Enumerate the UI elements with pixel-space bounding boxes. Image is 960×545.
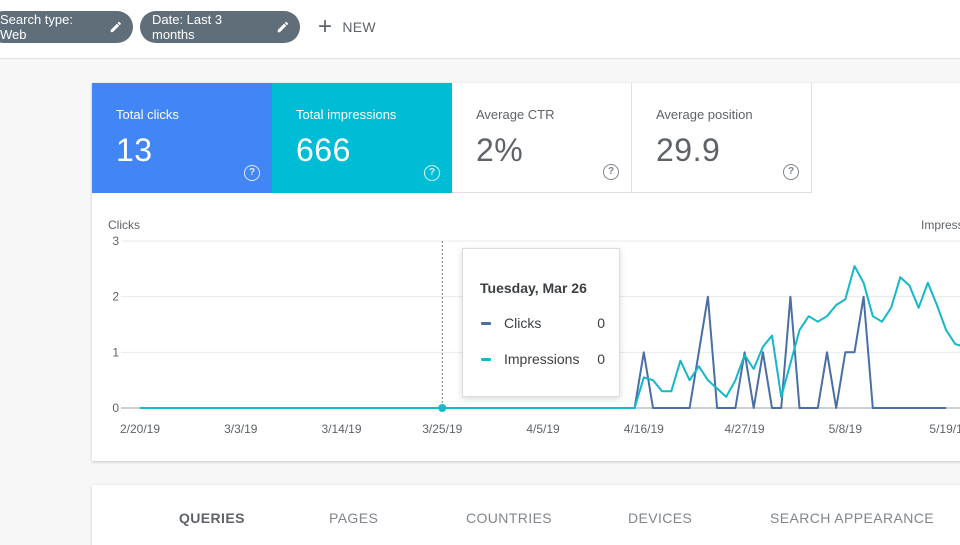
new-filter-label: NEW	[342, 19, 376, 35]
tab-pages[interactable]: PAGES	[329, 510, 378, 526]
clicks-legend-swatch	[481, 321, 491, 325]
tooltip-series-value: 0	[597, 351, 605, 367]
x-tick-label: 5/8/19	[829, 422, 863, 436]
right-axis-label: Impress	[921, 218, 960, 232]
tooltip-series-name: Impressions	[504, 351, 580, 367]
tab-search-appearance[interactable]: SEARCH APPEARANCE	[770, 510, 934, 526]
tab-queries[interactable]: QUERIES	[179, 510, 245, 526]
hover-point	[438, 404, 447, 412]
y-tick-label: 0	[112, 401, 119, 415]
x-tick-label: 4/5/19	[526, 422, 560, 436]
tooltip-series-value: 0	[597, 315, 605, 331]
tooltip-row-clicks: Clicks 0	[481, 315, 605, 331]
x-tick-label: 3/3/19	[224, 422, 258, 436]
tooltip-row-impressions: Impressions 0	[481, 351, 605, 367]
new-filter-button[interactable]: + NEW	[318, 14, 376, 40]
x-tick-label: 3/14/19	[321, 422, 361, 436]
dimension-tabs: QUERIES PAGES COUNTRIES DEVICES SEARCH A…	[92, 485, 960, 545]
tab-devices[interactable]: DEVICES	[628, 510, 692, 526]
date-filter-label: Date: Last 3 months	[152, 12, 223, 42]
tooltip-series-name: Clicks	[504, 315, 542, 331]
x-tick-label: 2/20/19	[120, 422, 160, 436]
pencil-icon	[111, 21, 122, 33]
y-tick-label: 3	[112, 234, 119, 248]
left-axis-label: Clicks	[108, 218, 140, 232]
x-tick-label: 4/16/19	[624, 422, 664, 436]
tab-countries[interactable]: COUNTRIES	[466, 510, 552, 526]
x-tick-label: 4/27/19	[725, 422, 765, 436]
y-tick-label: 1	[112, 345, 119, 359]
performance-card: Total clicks 13 ? Total impressions 666 …	[92, 83, 960, 461]
tooltip-date: Tuesday, Mar 26	[480, 280, 587, 296]
filter-bar: Search type: Web Date: Last 3 months + N…	[0, 0, 960, 59]
x-tick-label: 5/19/1	[929, 422, 960, 436]
pencil-icon	[277, 21, 289, 33]
plus-icon: +	[318, 13, 333, 40]
search-type-label: Search type: Web	[0, 12, 73, 42]
y-tick-label: 2	[112, 290, 119, 304]
date-filter-chip[interactable]: Date: Last 3 months	[140, 11, 300, 43]
x-tick-label: 3/25/19	[422, 422, 462, 436]
search-type-filter-chip[interactable]: Search type: Web	[0, 11, 133, 43]
impressions-legend-swatch	[481, 357, 491, 361]
chart-tooltip: Tuesday, Mar 26 Clicks 0 Impressions 0	[462, 248, 620, 397]
